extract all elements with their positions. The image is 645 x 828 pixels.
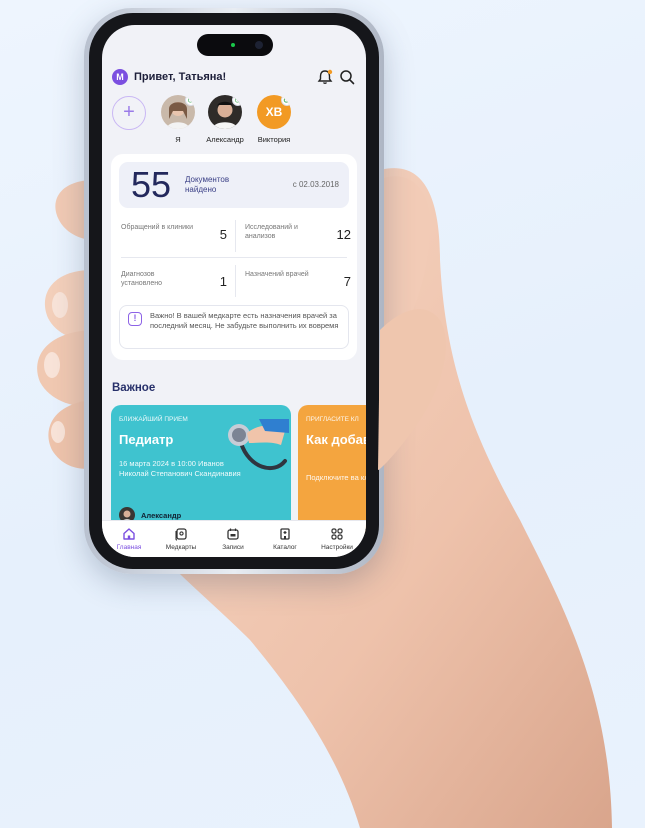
stat-visits[interactable]: Обращений в клиники 5 — [121, 218, 233, 256]
stat-diagnoses[interactable]: Диагнозов установлено 1 — [121, 265, 233, 303]
alert-icon: ! — [128, 312, 142, 326]
divider — [121, 257, 347, 258]
documents-since: с 02.03.2018 — [292, 180, 339, 189]
stat-tests[interactable]: Исследований и анализов 12 — [245, 218, 357, 256]
app-header: М Привет, Татьяна! — [112, 66, 356, 88]
calendar-icon — [227, 528, 239, 540]
nav-catalog[interactable]: Каталог — [260, 527, 310, 551]
stat-value: 5 — [219, 227, 227, 242]
nav-label: Настройки — [321, 544, 353, 551]
card-kicker: ПРИГЛАСИТЕ КЛ — [306, 416, 359, 423]
stat-label: Обращений в клиники — [121, 224, 193, 231]
nav-settings[interactable]: Настройки — [312, 527, 362, 551]
greeting-text: Привет, Татьяна! — [134, 71, 227, 83]
important-notice[interactable]: ! Важно! В вашей медкарте есть назначени… — [119, 305, 349, 349]
stethoscope-icon — [228, 419, 289, 471]
app-screen: М Привет, Татьяна! + ⟳ Я ⟳ Александр ХВ … — [102, 25, 366, 557]
stat-label: Диагнозов установлено — [121, 271, 162, 287]
stat-prescriptions[interactable]: Назначений врачей 7 — [245, 265, 357, 303]
documents-summary[interactable]: 55 Документов найдено с 02.03.2018 — [119, 162, 349, 208]
stat-value: 7 — [343, 274, 351, 289]
bell-icon[interactable] — [316, 68, 334, 86]
stat-label: Исследований и анализов — [245, 224, 298, 240]
nav-label: Каталог — [273, 544, 297, 551]
section-title: Важное — [112, 382, 156, 394]
stat-value: 1 — [219, 274, 227, 289]
sync-icon: ⟳ — [185, 95, 195, 106]
user-avatar[interactable]: М — [112, 69, 128, 85]
medcard-icon — [175, 528, 187, 541]
profile-avatar: ⟳ — [208, 95, 242, 129]
notice-text: Важно! В вашей медкарте есть назначения … — [150, 311, 339, 330]
nav-medcards[interactable]: Медкарты — [156, 527, 206, 551]
indicator-led — [231, 43, 235, 47]
nav-label: Записи — [222, 544, 244, 551]
dynamic-island — [197, 34, 273, 56]
nav-label: Главная — [116, 544, 142, 551]
divider — [235, 265, 236, 297]
bottom-navigation: Главная Медкарты Записи Каталог Настройк… — [102, 520, 366, 557]
search-icon[interactable] — [338, 68, 356, 86]
profiles-row: + ⟳ Я ⟳ Александр ХВ ⟳ Виктория — [112, 95, 366, 145]
divider — [235, 220, 236, 252]
nav-home[interactable]: Главная — [104, 527, 154, 551]
add-profile-button[interactable]: + — [112, 96, 146, 130]
patient-name: Александр — [141, 511, 182, 520]
notification-dot — [327, 69, 333, 75]
camera-icon — [255, 41, 263, 49]
card-kicker: БЛИЖАЙШИЙ ПРИЕМ — [119, 416, 188, 423]
nav-appointments[interactable]: Записи — [208, 527, 258, 551]
medical-stats-card: 55 Документов найдено с 02.03.2018 Обращ… — [111, 154, 357, 360]
stat-value: 12 — [336, 227, 351, 242]
appointment-card[interactable]: БЛИЖАЙШИЙ ПРИЕМ Педиатр 16 марта 2024 в … — [111, 405, 291, 533]
phone-frame: М Привет, Татьяна! + ⟳ Я ⟳ Александр ХВ … — [84, 8, 384, 574]
documents-label: Документов найдено — [185, 175, 230, 194]
phone-bezel: М Привет, Татьяна! + ⟳ Я ⟳ Александр ХВ … — [89, 13, 379, 569]
sync-icon: ⟳ — [232, 95, 242, 106]
documents-count: 55 — [131, 164, 172, 205]
profile-initials: ХВ — [265, 105, 283, 119]
card-title: Педиатр — [119, 432, 174, 447]
hospital-icon — [280, 528, 290, 540]
stat-label: Назначений врачей — [245, 271, 309, 278]
home-icon — [123, 528, 135, 540]
invite-clinic-card[interactable]: ПРИГЛАСИТЕ КЛ Как добав свою клин Подклю… — [298, 405, 366, 533]
profile-victoria[interactable]: ХВ ⟳ Виктория — [244, 95, 304, 144]
profile-avatar: ХВ ⟳ — [257, 95, 291, 129]
settings-icon — [331, 528, 343, 540]
card-title: Как добав свою клин — [306, 432, 366, 447]
sync-icon: ⟳ — [281, 95, 291, 106]
profile-name: Виктория — [257, 135, 291, 144]
profile-avatar: ⟳ — [161, 95, 195, 129]
nav-label: Медкарты — [165, 544, 197, 551]
invite-details: Подключите ва клинику и полу из нее мед.… — [306, 473, 366, 482]
